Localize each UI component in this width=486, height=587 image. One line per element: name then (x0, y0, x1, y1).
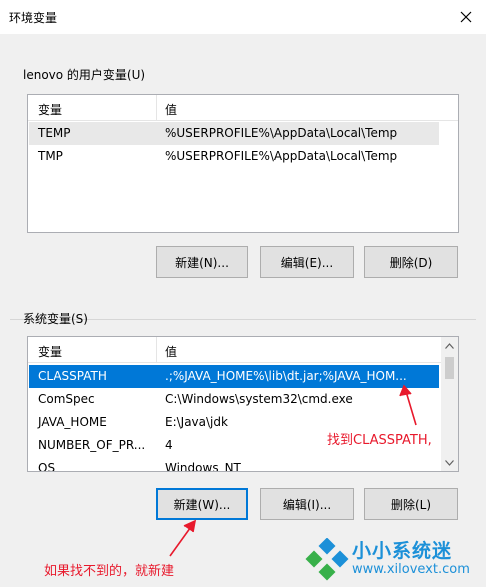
watermark-url: www.xilovext.com (352, 562, 470, 577)
watermark: 小小系统迷 www.xilovext.com (300, 534, 486, 587)
annotation-arrows (169, 384, 417, 557)
arrow-to-new-button (169, 519, 197, 557)
watermark-logo-icon (305, 538, 349, 581)
watermark-name: 小小系统迷 (352, 540, 453, 562)
arrow-to-classpath (399, 384, 417, 426)
